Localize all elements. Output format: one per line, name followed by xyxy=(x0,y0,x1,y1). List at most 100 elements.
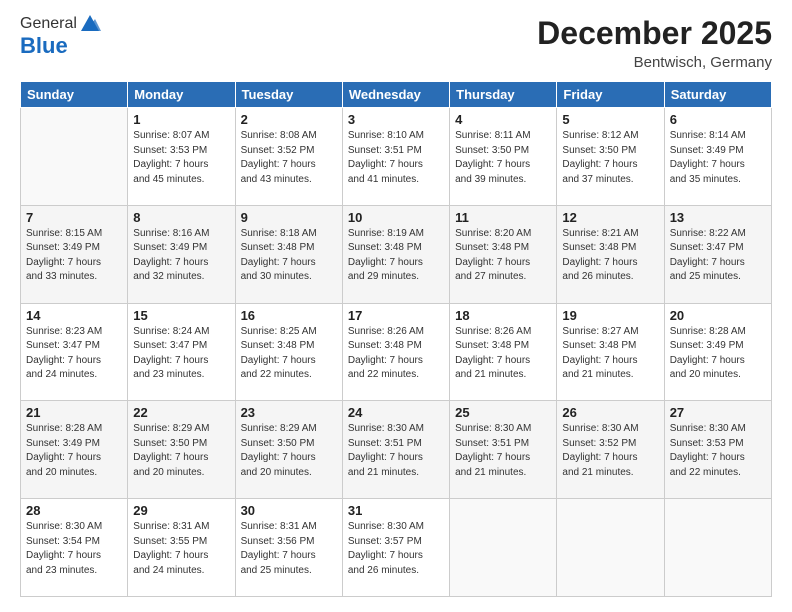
day-info: Sunrise: 8:25 AMSunset: 3:48 PMDaylight:… xyxy=(241,325,337,383)
calendar-cell: 25 Sunrise: 8:30 AMSunset: 3:51 PMDayligh… xyxy=(450,401,557,499)
day-info: Sunrise: 8:30 AMSunset: 3:51 PMDaylight:… xyxy=(455,422,551,480)
day-number: 17 xyxy=(348,308,444,323)
logo-general-text: General xyxy=(20,15,77,33)
page: General Blue December 2025 Bentwisch, Ge… xyxy=(0,0,792,612)
calendar-cell: 11 Sunrise: 8:20 AMSunset: 3:48 PMDayligh… xyxy=(450,205,557,303)
calendar-cell: 18Sunrise: 8:26 AMSunset: 3:48 PMDayligh… xyxy=(450,303,557,401)
calendar-cell: 14 Sunrise: 8:23 AMSunset: 3:47 PMDayligh… xyxy=(21,303,128,401)
day-info: Sunrise: 8:31 AMSunset: 3:55 PMDaylight:… xyxy=(133,520,229,578)
day-info: Sunrise: 8:20 AMSunset: 3:48 PMDaylight:… xyxy=(455,227,551,285)
calendar-cell: 15Sunrise: 8:24 AMSunset: 3:47 PMDayligh… xyxy=(128,303,235,401)
day-number: 10 xyxy=(348,210,444,225)
day-info: Sunrise: 8:07 AMSunset: 3:53 PMDaylight:… xyxy=(133,129,229,187)
calendar-header-thursday: Thursday xyxy=(450,82,557,108)
calendar-cell: 4 Sunrise: 8:11 AMSunset: 3:50 PMDaylight… xyxy=(450,108,557,206)
day-info: Sunrise: 8:28 AMSunset: 3:49 PMDaylight:… xyxy=(670,325,766,383)
title-block: December 2025 Bentwisch, Germany xyxy=(537,15,772,71)
calendar-cell: 8Sunrise: 8:16 AMSunset: 3:49 PMDaylight… xyxy=(128,205,235,303)
day-number: 16 xyxy=(241,308,337,323)
day-number: 14 xyxy=(26,308,122,323)
day-info: Sunrise: 8:29 AMSunset: 3:50 PMDaylight:… xyxy=(241,422,337,480)
calendar-header-monday: Monday xyxy=(128,82,235,108)
calendar-header-saturday: Saturday xyxy=(664,82,771,108)
day-info: Sunrise: 8:11 AMSunset: 3:50 PMDaylight:… xyxy=(455,129,551,187)
calendar-cell: 30Sunrise: 8:31 AMSunset: 3:56 PMDayligh… xyxy=(235,499,342,597)
day-info: Sunrise: 8:30 AMSunset: 3:54 PMDaylight:… xyxy=(26,520,122,578)
day-number: 26 xyxy=(562,405,658,420)
day-info: Sunrise: 8:30 AMSunset: 3:57 PMDaylight:… xyxy=(348,520,444,578)
calendar-cell: 31 Sunrise: 8:30 AMSunset: 3:57 PMDayligh… xyxy=(342,499,449,597)
calendar-header-friday: Friday xyxy=(557,82,664,108)
calendar-week-row: 7Sunrise: 8:15 AMSunset: 3:49 PMDaylight… xyxy=(21,205,772,303)
calendar-header-wednesday: Wednesday xyxy=(342,82,449,108)
calendar-cell: 21 Sunrise: 8:28 AMSunset: 3:49 PMDayligh… xyxy=(21,401,128,499)
calendar-cell: 20 Sunrise: 8:28 AMSunset: 3:49 PMDayligh… xyxy=(664,303,771,401)
calendar-cell: 19Sunrise: 8:27 AMSunset: 3:48 PMDayligh… xyxy=(557,303,664,401)
day-number: 22 xyxy=(133,405,229,420)
day-number: 11 xyxy=(455,210,551,225)
calendar-cell: 28 Sunrise: 8:30 AMSunset: 3:54 PMDayligh… xyxy=(21,499,128,597)
day-number: 21 xyxy=(26,405,122,420)
day-info: Sunrise: 8:10 AMSunset: 3:51 PMDaylight:… xyxy=(348,129,444,187)
calendar-cell xyxy=(557,499,664,597)
logo-icon xyxy=(79,13,101,33)
day-info: Sunrise: 8:30 AMSunset: 3:51 PMDaylight:… xyxy=(348,422,444,480)
calendar-cell: 29 Sunrise: 8:31 AMSunset: 3:55 PMDayligh… xyxy=(128,499,235,597)
calendar-cell: 12 Sunrise: 8:21 AMSunset: 3:48 PMDayligh… xyxy=(557,205,664,303)
day-number: 30 xyxy=(241,503,337,518)
day-info: Sunrise: 8:22 AMSunset: 3:47 PMDaylight:… xyxy=(670,227,766,285)
day-number: 8 xyxy=(133,210,229,225)
day-info: Sunrise: 8:23 AMSunset: 3:47 PMDaylight:… xyxy=(26,325,122,383)
day-info: Sunrise: 8:30 AMSunset: 3:53 PMDaylight:… xyxy=(670,422,766,480)
calendar-header-row: SundayMondayTuesdayWednesdayThursdayFrid… xyxy=(21,82,772,108)
month-title: December 2025 xyxy=(537,15,772,52)
day-info: Sunrise: 8:29 AMSunset: 3:50 PMDaylight:… xyxy=(133,422,229,480)
calendar-cell: 16 Sunrise: 8:25 AMSunset: 3:48 PMDayligh… xyxy=(235,303,342,401)
calendar-cell: 7Sunrise: 8:15 AMSunset: 3:49 PMDaylight… xyxy=(21,205,128,303)
day-number: 3 xyxy=(348,112,444,127)
calendar-cell: 5 Sunrise: 8:12 AMSunset: 3:50 PMDaylight… xyxy=(557,108,664,206)
calendar-cell: 26 Sunrise: 8:30 AMSunset: 3:52 PMDayligh… xyxy=(557,401,664,499)
day-number: 12 xyxy=(562,210,658,225)
day-info: Sunrise: 8:21 AMSunset: 3:48 PMDaylight:… xyxy=(562,227,658,285)
day-info: Sunrise: 8:28 AMSunset: 3:49 PMDaylight:… xyxy=(26,422,122,480)
calendar-cell: 13 Sunrise: 8:22 AMSunset: 3:47 PMDayligh… xyxy=(664,205,771,303)
day-number: 5 xyxy=(562,112,658,127)
day-number: 4 xyxy=(455,112,551,127)
day-number: 13 xyxy=(670,210,766,225)
day-info: Sunrise: 8:18 AMSunset: 3:48 PMDaylight:… xyxy=(241,227,337,285)
day-info: Sunrise: 8:19 AMSunset: 3:48 PMDaylight:… xyxy=(348,227,444,285)
day-info: Sunrise: 8:26 AMSunset: 3:48 PMDaylight:… xyxy=(348,325,444,383)
logo-blue-text: Blue xyxy=(20,33,68,58)
header: General Blue December 2025 Bentwisch, Ge… xyxy=(20,15,772,71)
day-number: 6 xyxy=(670,112,766,127)
calendar-header-tuesday: Tuesday xyxy=(235,82,342,108)
day-number: 2 xyxy=(241,112,337,127)
day-info: Sunrise: 8:30 AMSunset: 3:52 PMDaylight:… xyxy=(562,422,658,480)
day-number: 1 xyxy=(133,112,229,127)
calendar-cell: 6 Sunrise: 8:14 AMSunset: 3:49 PMDaylight… xyxy=(664,108,771,206)
calendar-cell: 2Sunrise: 8:08 AMSunset: 3:52 PMDaylight… xyxy=(235,108,342,206)
day-number: 24 xyxy=(348,405,444,420)
calendar-cell: 10 Sunrise: 8:19 AMSunset: 3:48 PMDayligh… xyxy=(342,205,449,303)
day-number: 29 xyxy=(133,503,229,518)
day-number: 28 xyxy=(26,503,122,518)
calendar: SundayMondayTuesdayWednesdayThursdayFrid… xyxy=(20,81,772,597)
day-info: Sunrise: 8:27 AMSunset: 3:48 PMDaylight:… xyxy=(562,325,658,383)
calendar-cell: 9 Sunrise: 8:18 AMSunset: 3:48 PMDaylight… xyxy=(235,205,342,303)
day-number: 20 xyxy=(670,308,766,323)
calendar-cell: 24 Sunrise: 8:30 AMSunset: 3:51 PMDayligh… xyxy=(342,401,449,499)
day-number: 27 xyxy=(670,405,766,420)
day-number: 31 xyxy=(348,503,444,518)
day-number: 25 xyxy=(455,405,551,420)
day-number: 18 xyxy=(455,308,551,323)
day-number: 9 xyxy=(241,210,337,225)
calendar-cell xyxy=(450,499,557,597)
day-info: Sunrise: 8:14 AMSunset: 3:49 PMDaylight:… xyxy=(670,129,766,187)
calendar-cell: 23Sunrise: 8:29 AMSunset: 3:50 PMDayligh… xyxy=(235,401,342,499)
calendar-header-sunday: Sunday xyxy=(21,82,128,108)
day-number: 15 xyxy=(133,308,229,323)
day-info: Sunrise: 8:12 AMSunset: 3:50 PMDaylight:… xyxy=(562,129,658,187)
calendar-cell: 27 Sunrise: 8:30 AMSunset: 3:53 PMDayligh… xyxy=(664,401,771,499)
calendar-week-row: 28 Sunrise: 8:30 AMSunset: 3:54 PMDayligh… xyxy=(21,499,772,597)
